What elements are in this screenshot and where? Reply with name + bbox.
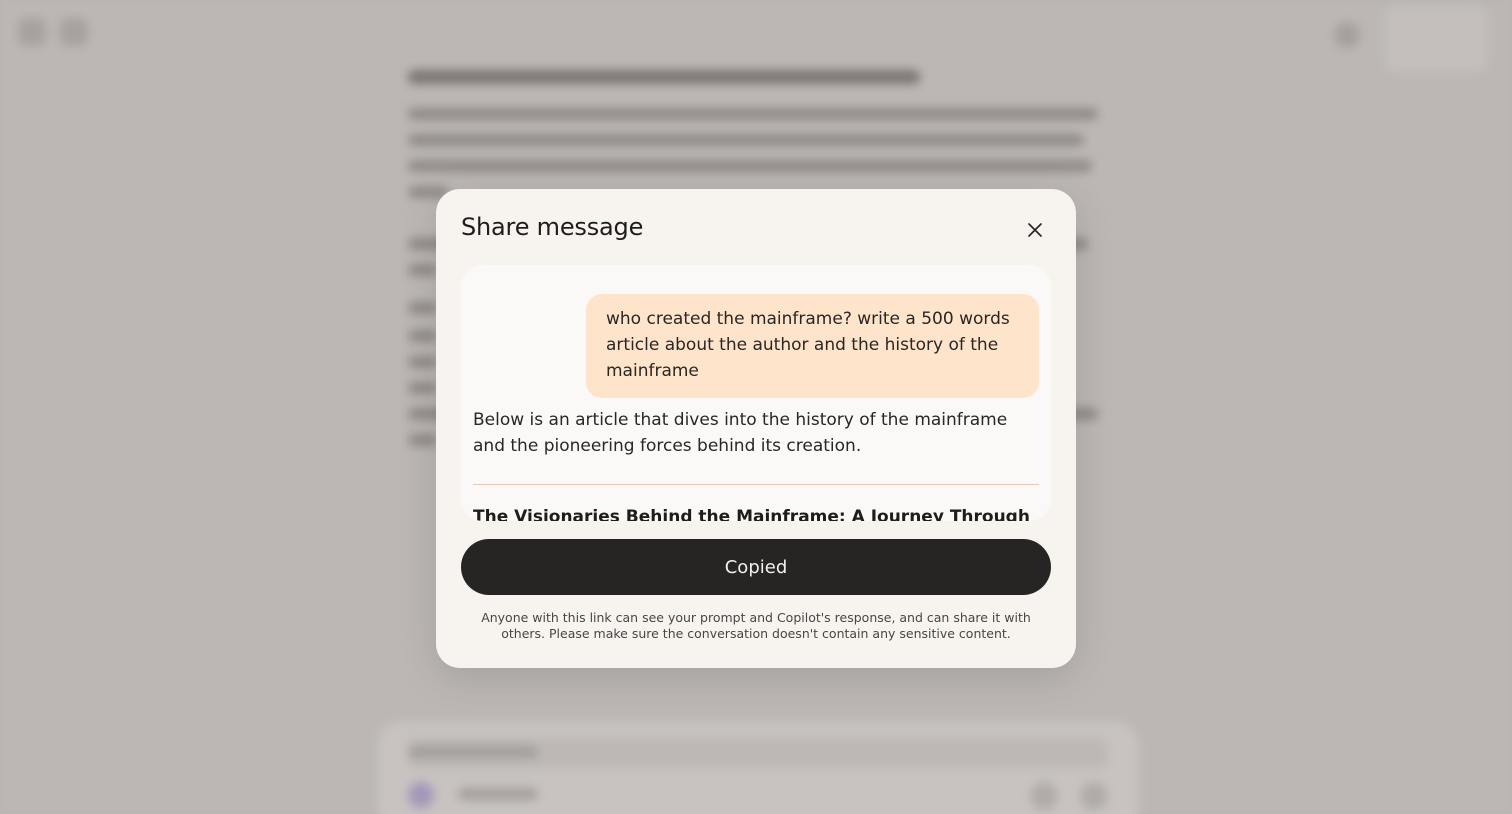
article-title: The Visionaries Behind the Mainframe: A … bbox=[473, 507, 1030, 521]
assistant-intro-text: Below is an article that dives into the … bbox=[473, 410, 1008, 456]
background-text-line bbox=[408, 434, 438, 446]
new-chat-icon bbox=[60, 18, 88, 46]
user-prompt-bubble: who created the mainframe? write a 500 w… bbox=[586, 294, 1039, 398]
background-heading bbox=[408, 70, 920, 84]
share-disclaimer: Anyone with this link can see your promp… bbox=[481, 610, 1031, 641]
background-text-line bbox=[408, 134, 1084, 146]
copilot-logo-icon bbox=[408, 782, 434, 808]
background-composer-placeholder bbox=[408, 746, 538, 758]
background-text-line bbox=[408, 356, 438, 368]
background-text-line bbox=[408, 264, 438, 276]
header-actions bbox=[1384, 6, 1488, 72]
message-preview[interactable]: who created the mainframe? write a 500 w… bbox=[461, 265, 1051, 521]
background-text-line bbox=[408, 330, 438, 342]
account-icon bbox=[1334, 22, 1360, 48]
background-text-line bbox=[408, 302, 438, 314]
background-text-line bbox=[408, 160, 1092, 172]
copy-link-button[interactable]: Copied bbox=[461, 539, 1051, 595]
background-text-line bbox=[408, 382, 438, 394]
preview-divider bbox=[473, 484, 1039, 485]
microphone-icon bbox=[1030, 782, 1058, 810]
close-button[interactable] bbox=[1022, 217, 1048, 243]
background-composer bbox=[378, 722, 1138, 814]
share-message-dialog: Share message who created the mainframe?… bbox=[436, 189, 1076, 668]
close-icon bbox=[1028, 223, 1042, 237]
background-text-line bbox=[408, 108, 1098, 120]
sidebar-toggle-icon bbox=[18, 18, 46, 46]
background-model-selector bbox=[458, 788, 538, 800]
dialog-title: Share message bbox=[461, 213, 644, 241]
send-icon bbox=[1080, 782, 1108, 810]
